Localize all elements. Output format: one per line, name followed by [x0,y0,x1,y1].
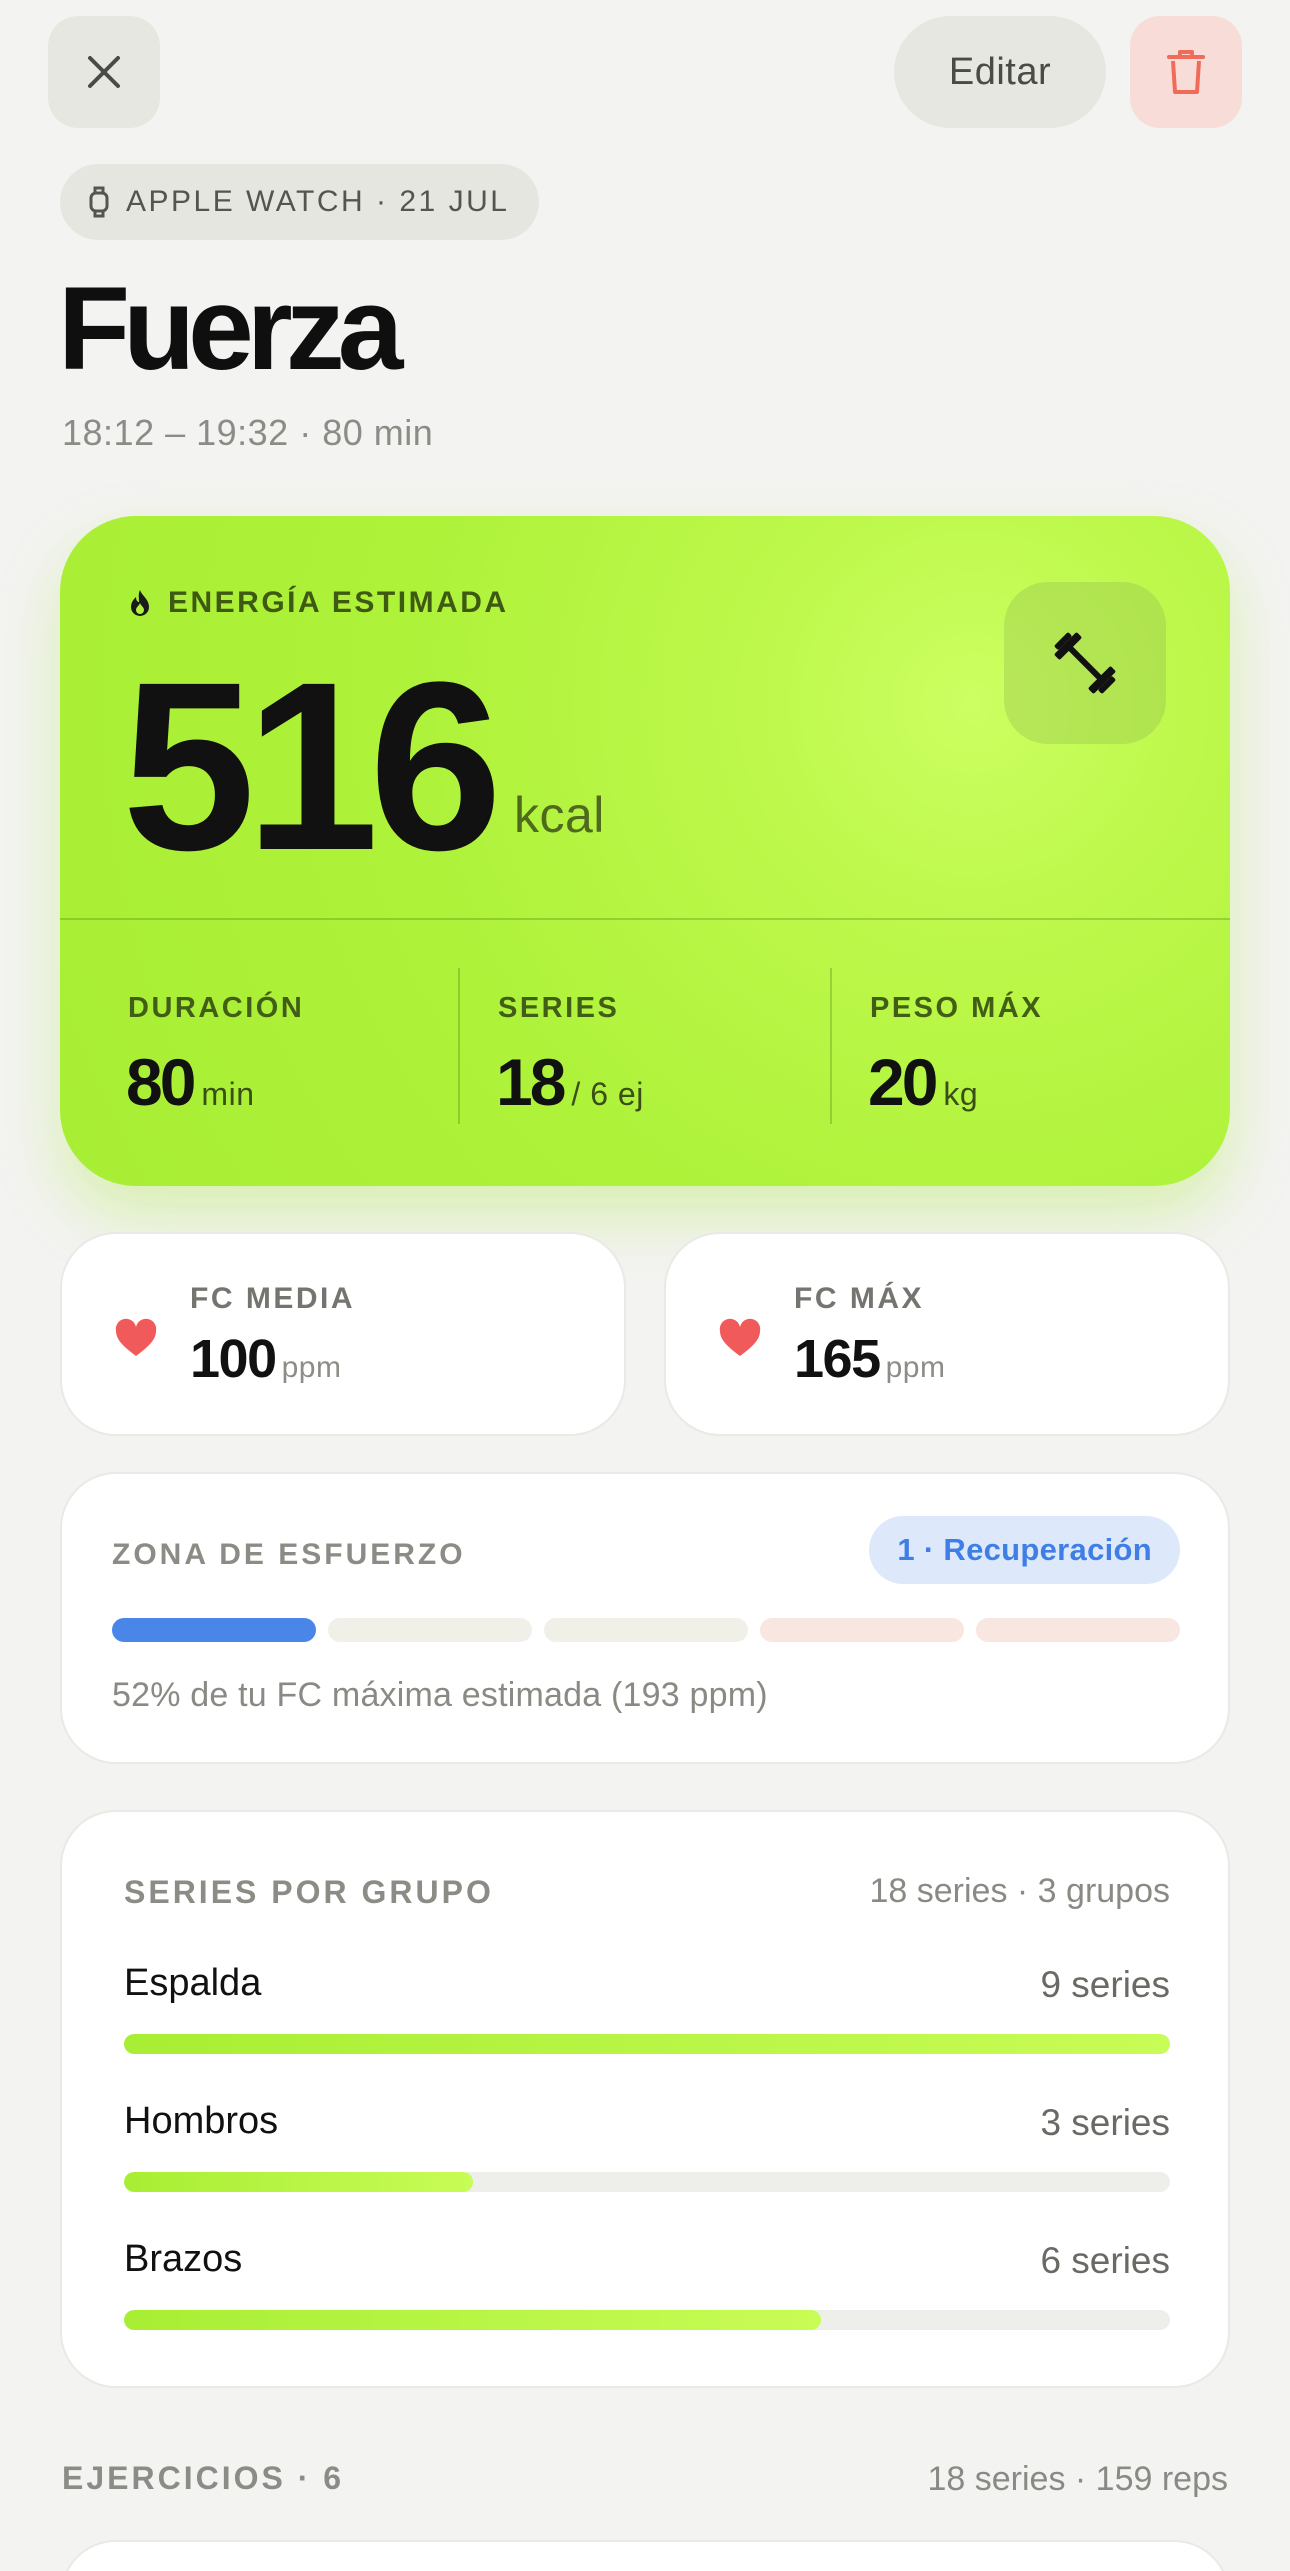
series-by-group-card: SERIES POR GRUPO 18 series · 3 grupos Es… [60,1810,1230,2388]
divider [830,968,832,1124]
top-bar: Editar [48,14,1242,130]
flame-icon [131,590,149,616]
hr-average-card: FC MEDIA 100 ppm [60,1232,626,1436]
zone-label: ZONA DE ESFUERZO [112,1538,466,1571]
zone-segment [328,1618,532,1642]
group-progress-track [124,2172,1170,2192]
hr-label: FC MEDIA [190,1282,355,1315]
group-row: Hombros 3 series [124,2100,1170,2210]
hr-value: 100 ppm [190,1329,342,1389]
energy-card: ENERGÍA ESTIMADA 516 kcal DURACIÓN 80 min… [60,516,1230,1186]
time-range: 18:12 – 19:32 · 80 min [62,412,434,453]
group-count: 9 series [1040,1964,1170,2005]
groups-label: SERIES POR GRUPO [124,1874,494,1910]
source-label: APPLE WATCH · 21 JUL [126,185,510,218]
stat-series: SERIES 18/ 6 ej [496,918,870,1186]
stat-value: 18/ 6 ej [496,1045,644,1119]
source-badge: APPLE WATCH · 21 JUL [60,164,540,240]
group-count: 6 series [1040,2240,1170,2281]
zone-segment [976,1618,1180,1642]
hr-value: 165 ppm [794,1329,946,1389]
exercise-card[interactable] [60,2540,1230,2571]
group-name: Espalda [124,1962,262,2004]
workout-type-badge [1004,582,1166,744]
watch-icon [89,186,109,218]
zone-description: 52% de tu FC máxima estimada (193 ppm) [112,1676,768,1714]
heart-icon [719,1318,761,1356]
group-progress-track [124,2310,1170,2330]
groups-summary: 18 series · 3 grupos [869,1872,1171,1910]
exercises-summary: 18 series · 159 reps [927,2460,1229,2498]
energy-label-row: ENERGÍA ESTIMADA [128,586,509,620]
edit-button[interactable]: Editar [894,16,1106,128]
dumbbell-icon [1054,632,1116,694]
group-count: 3 series [1040,2102,1170,2143]
energy-label: ENERGÍA ESTIMADA [168,586,509,619]
close-button[interactable] [48,16,160,128]
heart-icon [115,1318,157,1356]
energy-value: 516 [122,632,502,900]
hr-label: FC MÁX [794,1282,924,1315]
stat-duration: DURACIÓN 80 min [126,918,500,1186]
close-icon [88,56,120,88]
divider [458,968,460,1124]
zone-bar [112,1618,1180,1642]
hr-max-card: FC MÁX 165 ppm [664,1232,1230,1436]
delete-button[interactable] [1130,16,1242,128]
group-progress-fill [124,2310,822,2330]
group-progress-track [124,2034,1170,2054]
group-progress-fill [124,2034,1170,2054]
group-progress-fill [124,2172,473,2192]
page-title: Fuerza [58,263,403,395]
stat-label: PESO MÁX [870,992,1044,1024]
zone-segment [544,1618,748,1642]
energy-unit: kcal [514,787,605,843]
stat-label: DURACIÓN [128,992,305,1024]
exercises-header: EJERCICIOS · 6 18 series · 159 reps [62,2456,1228,2506]
group-row: Brazos 6 series [124,2238,1170,2348]
zone-segment [112,1618,316,1642]
trash-icon [1167,50,1205,94]
group-name: Hombros [124,2100,279,2142]
zone-segment [760,1618,964,1642]
exercises-label: EJERCICIOS · 6 [62,2460,345,2496]
stat-max-weight: PESO MÁX 20 kg [868,918,1230,1186]
group-row: Espalda 9 series [124,1962,1170,2072]
stat-value: 80 min [126,1045,255,1119]
zone-badge: 1 · Recuperación [869,1516,1180,1584]
effort-zone-card: ZONA DE ESFUERZO 1 · Recuperación 52% de… [60,1472,1230,1764]
stat-label: SERIES [498,992,620,1024]
stat-value: 20 kg [868,1045,979,1119]
group-name: Brazos [124,2238,243,2280]
